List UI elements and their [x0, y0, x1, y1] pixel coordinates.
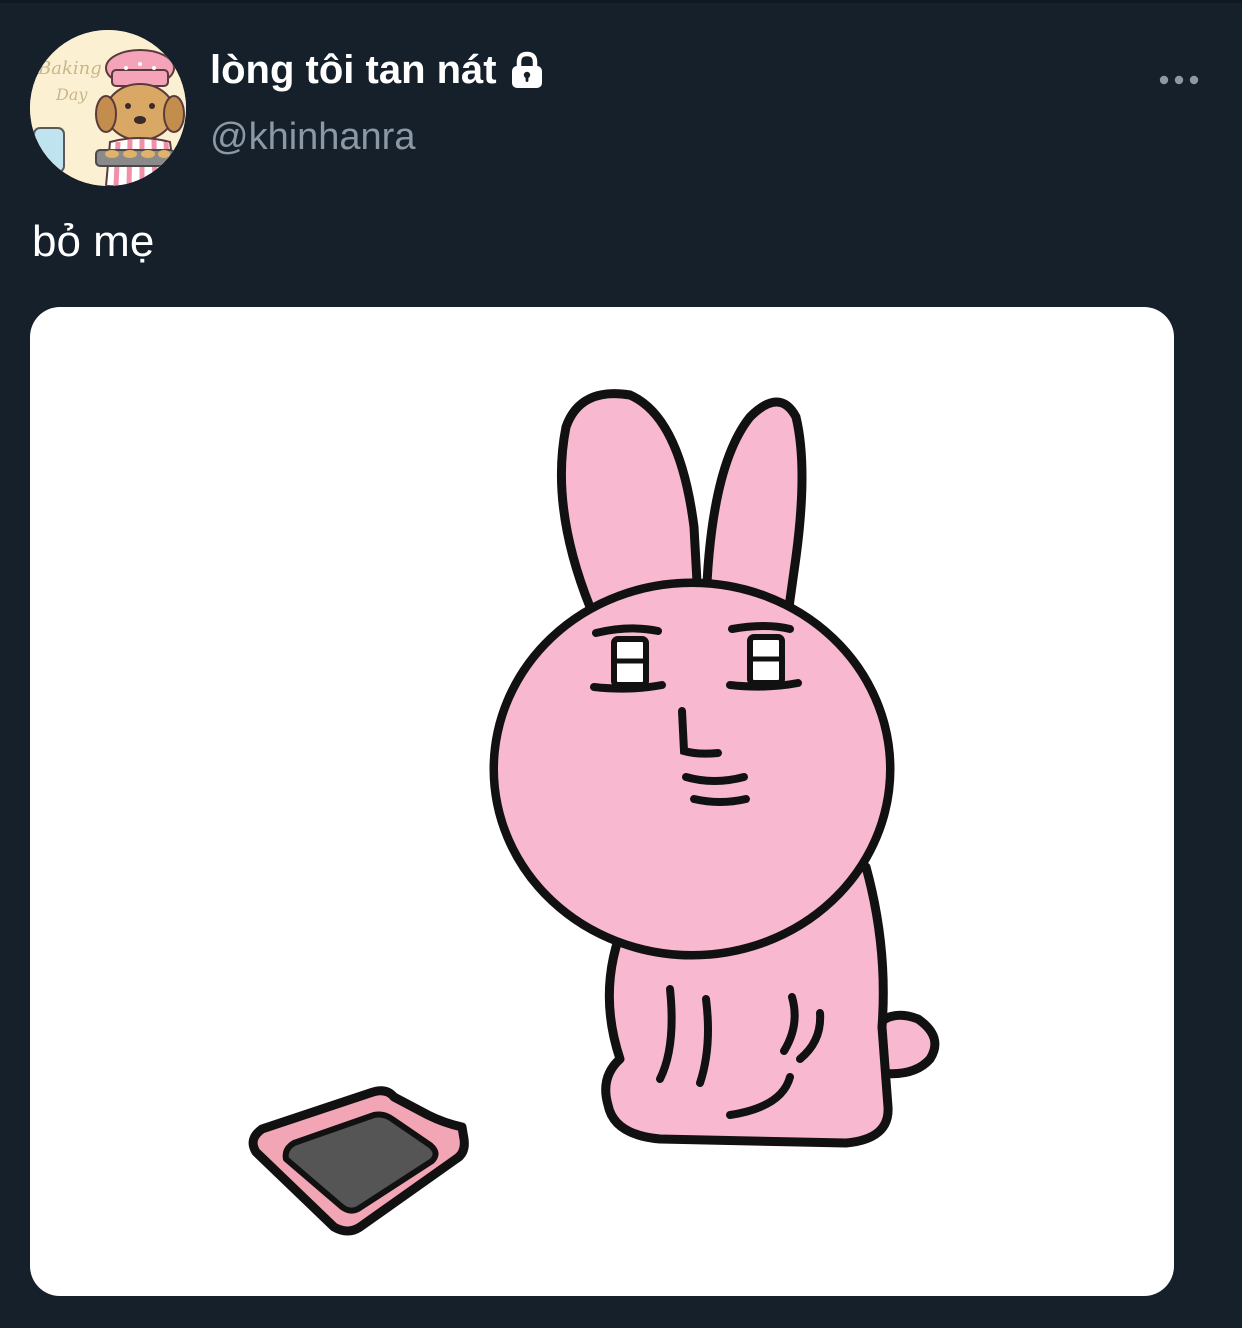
- svg-text:Baking: Baking: [37, 58, 102, 79]
- author-display-name-row[interactable]: lòng tôi tan nát: [210, 44, 547, 96]
- tweet-text: bỏ mẹ: [32, 217, 155, 266]
- svg-text:Day: Day: [55, 85, 88, 104]
- lock-icon: [507, 50, 547, 90]
- author-handle[interactable]: @khinhanra: [210, 112, 415, 162]
- author-display-name[interactable]: lòng tôi tan nát: [210, 44, 497, 96]
- more-options-button[interactable]: [1150, 60, 1208, 100]
- avatar-image: Baking Day: [30, 30, 186, 186]
- avatar[interactable]: Baking Day: [30, 30, 186, 186]
- more-dots-icon: [1159, 75, 1199, 85]
- pink-rabbit-sticker: [248, 389, 940, 1236]
- tweet-media-image[interactable]: [30, 307, 1174, 1296]
- phone-illustration: [248, 1086, 469, 1236]
- top-divider: [0, 0, 1242, 3]
